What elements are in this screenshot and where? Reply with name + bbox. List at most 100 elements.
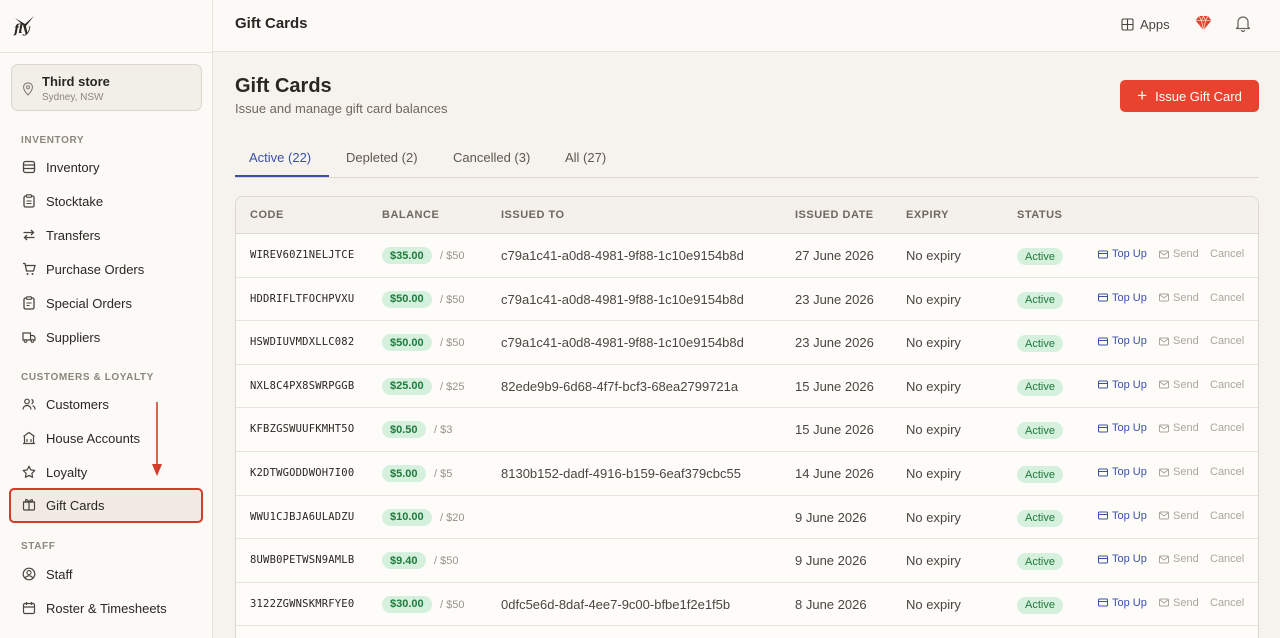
sidebar-item-loyalty[interactable]: Loyalty xyxy=(9,456,203,488)
store-switcher[interactable]: Third store Sydney, NSW xyxy=(11,64,202,111)
section-label-customers-loyalty: CUSTOMERS & LOYALTY xyxy=(21,372,154,383)
sidebar-item-inventory[interactable]: Inventory xyxy=(9,151,203,183)
send-label: Send xyxy=(1173,466,1199,478)
annotation-arrow-icon xyxy=(152,402,162,476)
expiry: No expiry xyxy=(906,291,961,307)
table-row[interactable]: WWU1CJBJA6ULADZU $10.00 / $20 9 June 2026 No… xyxy=(236,496,1258,540)
gift-card-code: 8UWB0PETWSN9AMLB xyxy=(250,554,355,567)
send-button[interactable]: Send xyxy=(1159,335,1199,347)
send-button[interactable]: Send xyxy=(1159,292,1199,304)
sidebar-item-transfers[interactable]: Transfers xyxy=(9,219,203,251)
send-label: Send xyxy=(1173,596,1199,609)
send-button[interactable]: Send xyxy=(1159,510,1199,522)
sidebar-item-label: Special Orders xyxy=(46,295,132,311)
sidebar-item-staff[interactable]: Staff xyxy=(9,558,203,590)
tab-cancelled[interactable]: Cancelled (3) xyxy=(453,150,530,165)
sidebar-item-special-orders[interactable]: Special Orders xyxy=(9,287,203,319)
table-row[interactable]: WIREV60Z1NELJTCE $35.00 / $50 c79a1c41-a0d8… xyxy=(236,234,1258,278)
issued-to: 0dfc5e6d-8daf-4ee7-9c00-bfbe1f2e1f5b xyxy=(501,596,731,612)
plus-icon: + xyxy=(1137,85,1148,105)
send-button[interactable]: Send xyxy=(1159,597,1199,609)
balance-badge: $10.00 xyxy=(382,508,432,526)
sidebar-item-label: Transfers xyxy=(46,227,101,243)
table-row[interactable]: KFBZGSWUUFKMHT5O $0.50 / $3 15 June 2026 No … xyxy=(236,408,1258,452)
expiry: No expiry xyxy=(906,553,961,569)
tab-all[interactable]: All (27) xyxy=(565,150,606,165)
top-up-label: Top Up xyxy=(1112,291,1147,304)
table-row[interactable]: 8UWB0PETWSN9AMLB $9.40 / $50 9 June 2026 No … xyxy=(236,539,1258,583)
send-label: Send xyxy=(1173,422,1199,435)
grid-icon xyxy=(1121,17,1134,31)
cancel-button[interactable]: Cancel xyxy=(1210,292,1244,304)
status-badge: Active xyxy=(1017,335,1063,353)
issued-date: 8 June 2026 xyxy=(795,596,867,612)
expiry: No expiry xyxy=(906,466,961,481)
sidebar-item-customers[interactable]: Customers xyxy=(9,388,203,420)
issued-date: 14 June 2026 xyxy=(795,466,874,481)
cancel-button[interactable]: Cancel xyxy=(1210,553,1244,565)
top-up-button[interactable]: Top Up xyxy=(1098,553,1147,565)
store-name: Third store xyxy=(42,74,110,89)
table-row[interactable]: NXL8C4PX8SWRPGGB $25.00 / $25 82ede9b9-6d68… xyxy=(236,365,1258,409)
gem-icon[interactable] xyxy=(1195,15,1212,31)
column-header-status: STATUS xyxy=(1017,209,1063,221)
top-up-button[interactable]: Top Up xyxy=(1098,292,1147,304)
cancel-button[interactable]: Cancel xyxy=(1210,466,1244,478)
transfer-arrows-icon xyxy=(23,229,35,241)
credit-card-icon xyxy=(1098,337,1108,346)
send-button[interactable]: Send xyxy=(1159,422,1199,434)
cancel-button[interactable]: Cancel xyxy=(1210,597,1244,609)
clipboard-list-icon xyxy=(23,296,35,310)
sidebar-item-suppliers[interactable]: Suppliers xyxy=(9,321,203,353)
top-up-button[interactable]: Top Up xyxy=(1098,379,1147,391)
top-up-button[interactable]: Top Up xyxy=(1098,335,1147,347)
top-up-button[interactable]: Top Up xyxy=(1098,597,1147,609)
sidebar-item-purchase-orders[interactable]: Purchase Orders xyxy=(9,253,203,285)
issue-gift-card-button[interactable]: + Issue Gift Card xyxy=(1120,80,1259,112)
sidebar-item-house-accounts[interactable]: House Accounts xyxy=(9,422,203,454)
bell-icon[interactable] xyxy=(1235,14,1251,32)
top-up-button[interactable]: Top Up xyxy=(1098,510,1147,522)
balance-total: / $50 xyxy=(440,293,465,306)
building-icon xyxy=(23,431,35,445)
gift-card-code: HDDRIFLTFOCHPVXU xyxy=(250,292,355,305)
sidebar-item-roster-timesheets[interactable]: Roster & Timesheets xyxy=(9,592,203,624)
section-label-inventory: INVENTORY xyxy=(21,135,85,146)
top-up-label: Top Up xyxy=(1112,422,1147,435)
cancel-button[interactable]: Cancel xyxy=(1210,335,1244,347)
column-header-expiry: EXPIRY xyxy=(906,209,949,221)
gift-card-code: WWU1CJBJA6ULADZU xyxy=(250,510,355,523)
table-row[interactable]: HDDRIFLTFOCHPVXU $50.00 / $50 c79a1c41-a0d8… xyxy=(236,278,1258,322)
table-row[interactable]: HSWDIUVMDXLLC082 $50.00 / $50 c79a1c41-a0d8… xyxy=(236,321,1258,365)
tab-active[interactable]: Active (22) xyxy=(249,150,311,165)
issued-date: 9 June 2026 xyxy=(795,553,867,569)
top-up-button[interactable]: Top Up xyxy=(1098,248,1147,260)
send-button[interactable]: Send xyxy=(1159,553,1199,565)
topbar-title: Gift Cards xyxy=(235,15,308,32)
sidebar-item-gift-cards[interactable]: Gift Cards xyxy=(9,488,203,523)
send-button[interactable]: Send xyxy=(1159,248,1199,260)
gift-card-code: HSWDIUVMDXLLC082 xyxy=(250,336,355,349)
cancel-button[interactable]: Cancel xyxy=(1210,510,1244,522)
credit-card-icon xyxy=(1098,380,1108,389)
active-tab-indicator xyxy=(235,175,329,177)
top-up-button[interactable]: Top Up xyxy=(1098,422,1147,434)
send-button[interactable]: Send xyxy=(1159,379,1199,391)
mail-icon xyxy=(1159,468,1169,476)
tab-depleted[interactable]: Depleted (2) xyxy=(346,150,418,165)
expiry: No expiry xyxy=(906,422,961,438)
status-badge: Active xyxy=(1017,509,1063,527)
issued-to: 8130b152-dadf-4916-b159-6eaf379cbc55 xyxy=(501,466,741,481)
top-up-button[interactable]: Top Up xyxy=(1098,466,1147,478)
sidebar-item-stocktake[interactable]: Stocktake xyxy=(9,185,203,217)
table-row[interactable]: K2DTWGODDWOH7I00 $5.00 / $5 8130b152-dadf-4… xyxy=(236,452,1258,496)
cancel-button[interactable]: Cancel xyxy=(1210,248,1244,260)
users-icon xyxy=(22,398,36,410)
cancel-button[interactable]: Cancel xyxy=(1210,379,1244,391)
table-row[interactable]: 3122ZGWNSKMRFYE0 $30.00 / $50 0dfc5e6d-8daf… xyxy=(236,583,1258,627)
cancel-button[interactable]: Cancel xyxy=(1210,422,1244,434)
send-button[interactable]: Send xyxy=(1159,466,1199,478)
mail-icon xyxy=(1159,424,1169,433)
send-label: Send xyxy=(1173,378,1199,391)
apps-button[interactable]: Apps xyxy=(1121,15,1170,33)
